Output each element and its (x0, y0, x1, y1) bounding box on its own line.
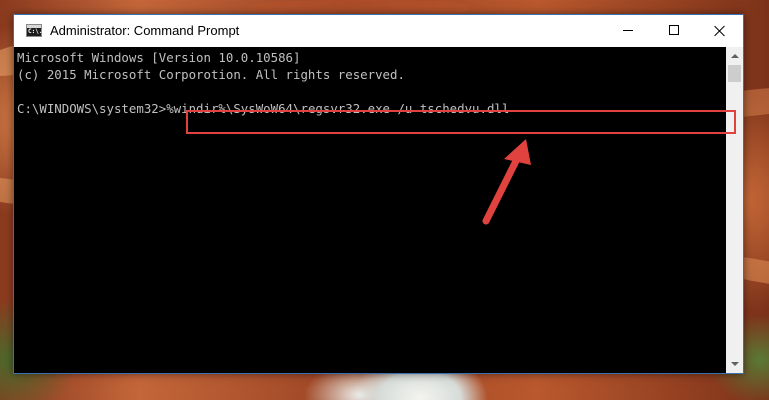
arrow-shaft (482, 153, 522, 225)
scroll-up-button[interactable] (726, 47, 743, 64)
cmd-app-icon: C:\. (26, 24, 42, 37)
console-line-version: Microsoft Windows [Version 10.0.10586] (17, 50, 301, 65)
title-bar[interactable]: C:\. Administrator: Command Prompt (14, 15, 743, 47)
arrow-up-icon (731, 54, 739, 58)
vertical-scrollbar[interactable] (726, 47, 743, 373)
command-highlight-box (186, 110, 736, 134)
maximize-button[interactable] (651, 15, 697, 47)
close-button[interactable] (697, 15, 743, 47)
console-output[interactable]: Microsoft Windows [Version 10.0.10586] (… (14, 47, 726, 373)
pointer-arrow-icon (482, 139, 531, 225)
minimize-icon (623, 30, 633, 31)
arrow-down-icon (731, 362, 739, 366)
command-prompt-window[interactable]: C:\. Administrator: Command Prompt Micro… (13, 14, 744, 374)
scroll-down-button[interactable] (726, 356, 743, 373)
close-icon (714, 25, 726, 37)
console-prompt: C:\WINDOWS\system32> (17, 101, 167, 116)
console-line-copyright: (c) 2015 Microsoft Corporotion. All righ… (17, 67, 405, 82)
arrow-head (504, 139, 531, 165)
window-title: Administrator: Command Prompt (50, 23, 240, 38)
scrollbar-thumb[interactable] (728, 65, 741, 82)
cmd-icon-label: C:\. (28, 28, 43, 35)
maximize-icon (669, 25, 679, 35)
minimize-button[interactable] (605, 15, 651, 47)
